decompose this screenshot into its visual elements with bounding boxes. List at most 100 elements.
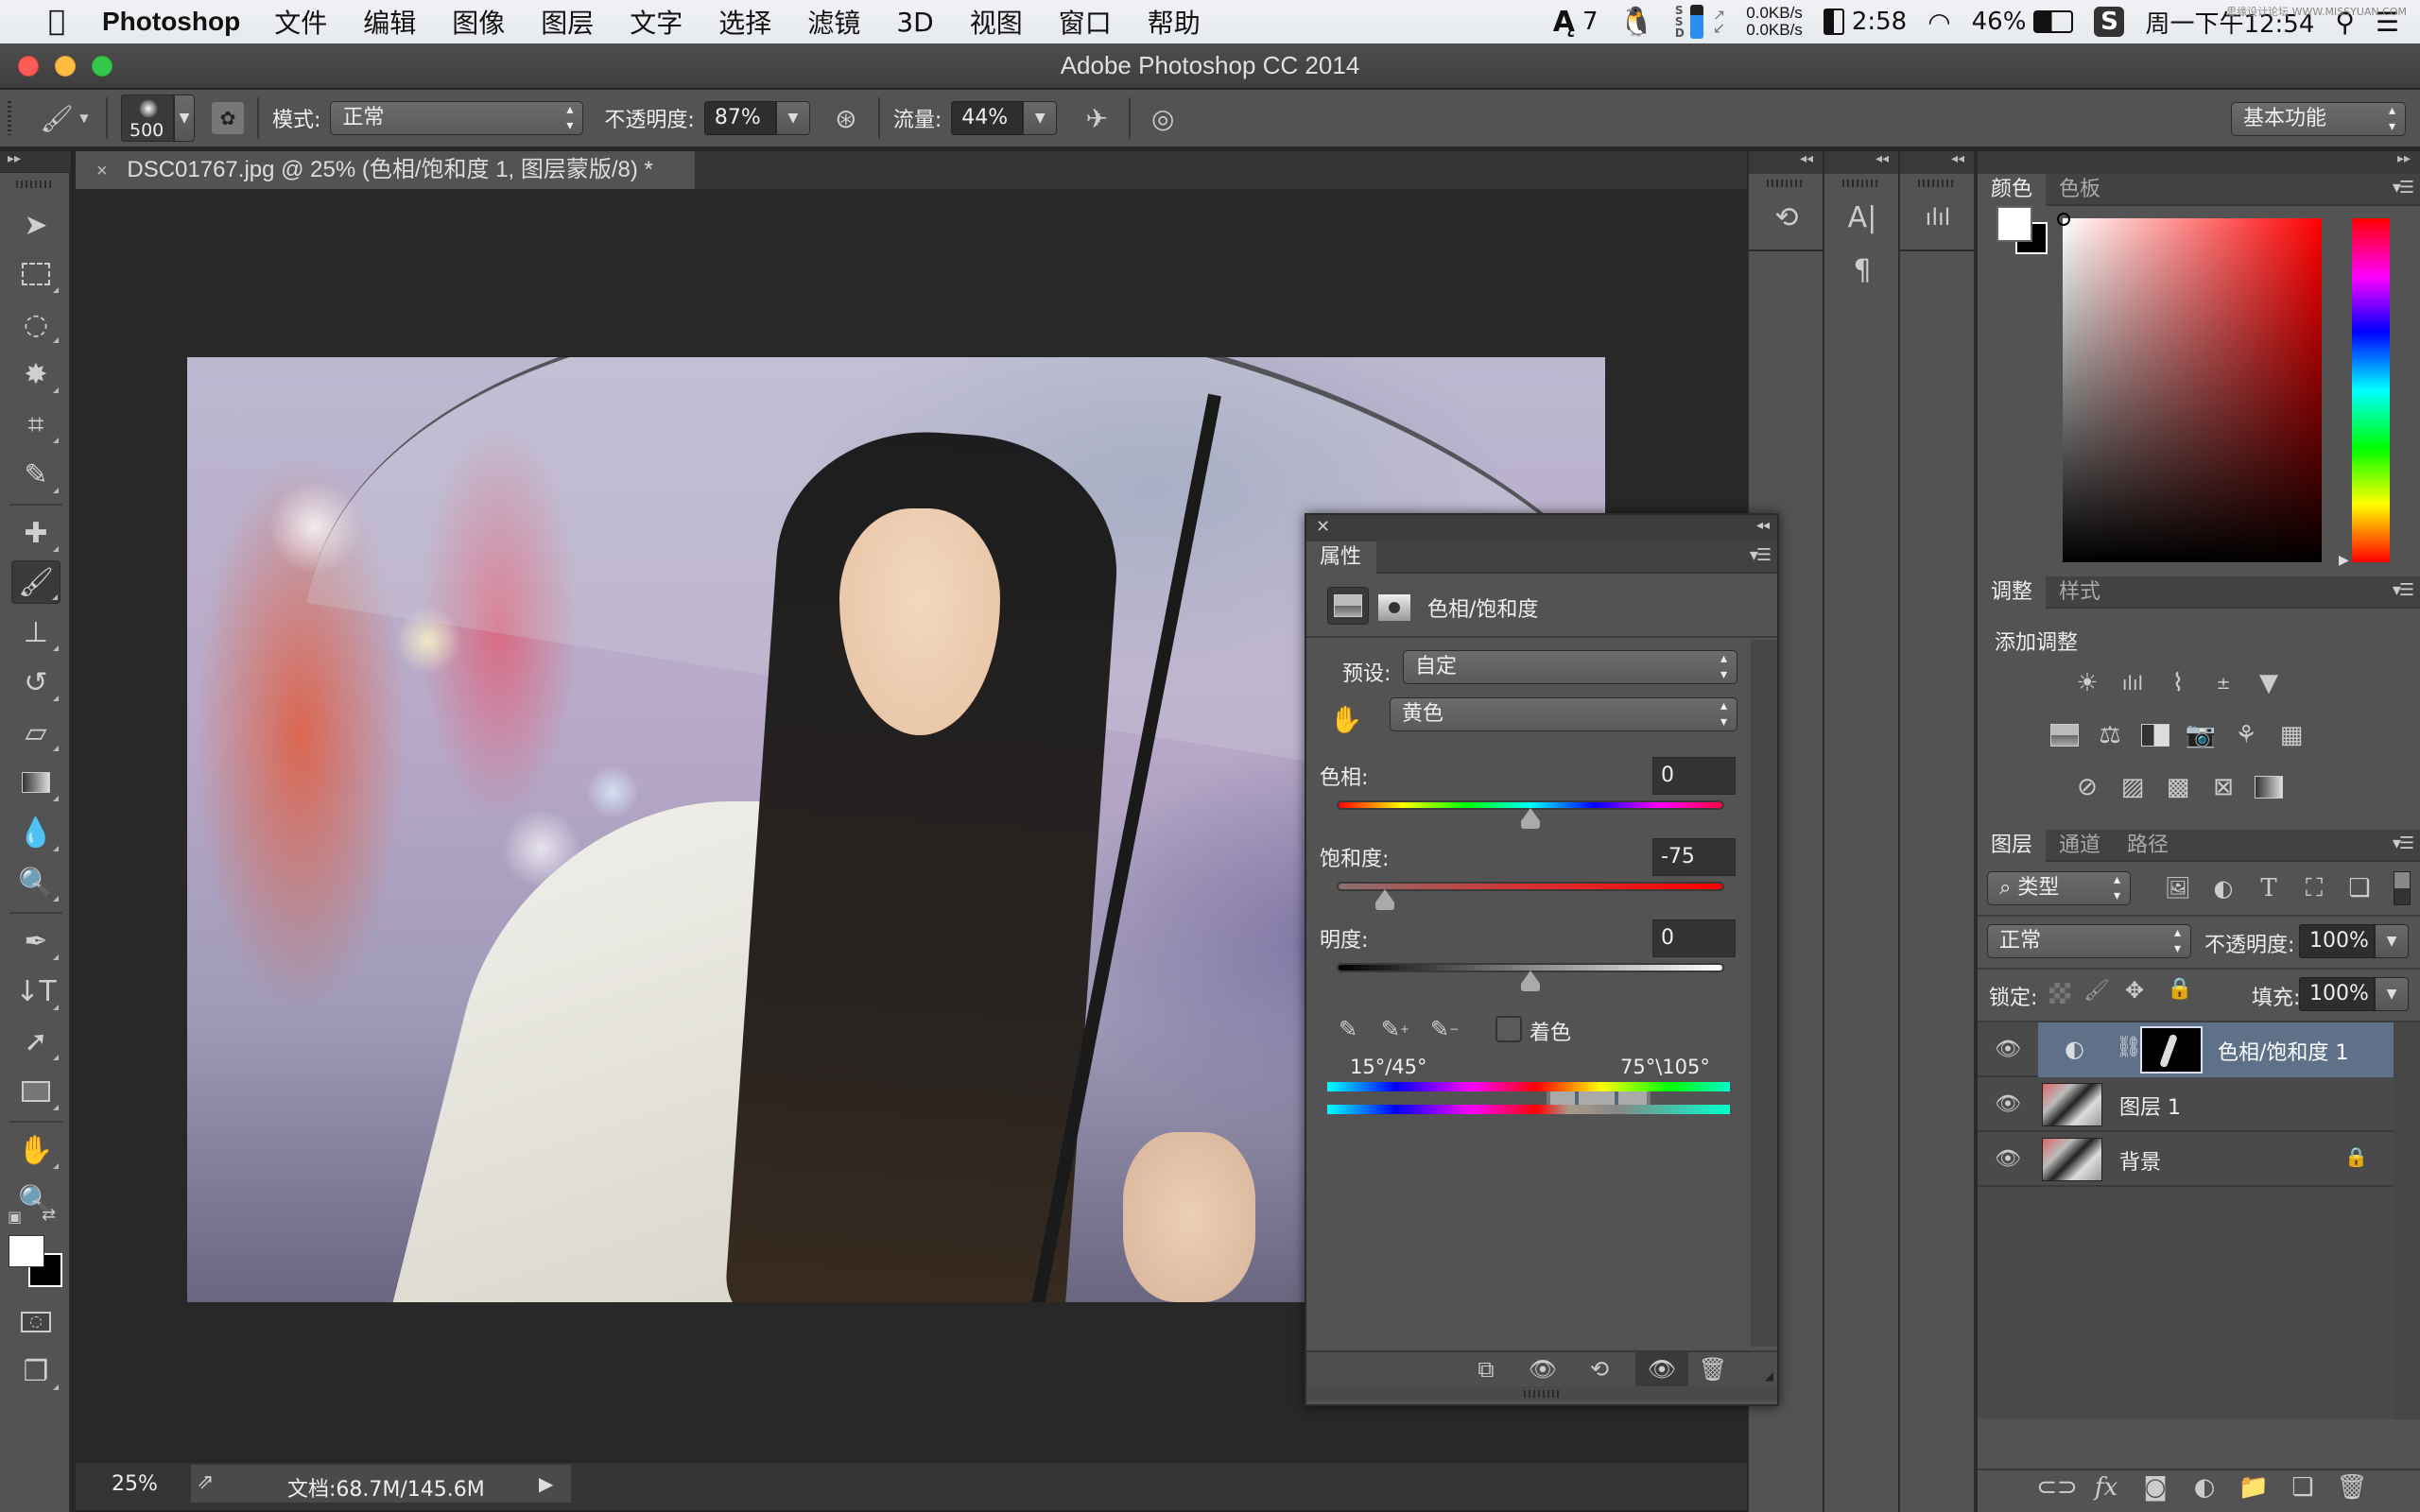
menu-edit[interactable]: 编辑	[363, 3, 416, 41]
tab-paths[interactable]: 路径	[2114, 830, 2182, 862]
rectangle-tool-icon[interactable]	[11, 1070, 60, 1113]
tab-adjustments[interactable]: 调整	[1978, 576, 2047, 609]
hand-tool-icon[interactable]: ✋	[11, 1128, 60, 1172]
colorize-checkbox[interactable]	[1495, 1016, 1522, 1042]
mode-select[interactable]: 正常 ▴ ▾	[330, 101, 584, 135]
magic-wand-tool-icon[interactable]: ✸	[11, 352, 60, 396]
default-colors-icon[interactable]: ▣	[8, 1208, 22, 1226]
toolbar-collapse-button[interactable]: ▸▸	[0, 151, 71, 172]
subtract-from-sample-eyedropper-icon[interactable]: ✎ −	[1426, 1010, 1463, 1048]
eraser-tool-icon[interactable]: ▱	[11, 711, 60, 754]
ssd-status[interactable]: SSD ↗ ↙	[1675, 5, 1725, 39]
column-grip[interactable]	[1918, 180, 1956, 187]
layer-visibility-eye-icon[interactable]: 👁	[1995, 1038, 2021, 1061]
menu-app-name[interactable]: Photoshop	[102, 7, 240, 37]
pen-tool-icon[interactable]: ✒	[11, 919, 60, 963]
layer-name[interactable]: 背景	[2119, 1145, 2161, 1176]
menu-select[interactable]: 选择	[718, 3, 771, 41]
flow-slider-dropdown-icon[interactable]: ▼	[1023, 101, 1058, 135]
new-adjustment-layer-icon[interactable]: ◐	[2187, 1472, 2221, 1503]
levels-icon[interactable]: ılıl	[2116, 668, 2150, 698]
column-grip[interactable]	[1767, 180, 1805, 187]
layer-opacity-input[interactable]: 100%	[2299, 924, 2375, 958]
history-brush-tool-icon[interactable]: ↺	[11, 661, 60, 704]
tab-layers[interactable]: 图层	[1978, 830, 2047, 862]
qq-icon[interactable]: 🐧	[1619, 6, 1654, 39]
black-white-icon[interactable]	[2138, 720, 2172, 750]
new-layer-icon[interactable]: ❏	[2286, 1472, 2320, 1503]
dodge-tool-icon[interactable]: 🔍	[11, 861, 60, 904]
filter-pixel-layers-icon[interactable]: 🖼	[2161, 873, 2195, 903]
brush-preset-dropdown-icon[interactable]: ▼	[174, 94, 195, 142]
tools-grip[interactable]	[15, 180, 54, 188]
targeted-adjustment-hand-icon[interactable]: ✋	[1327, 700, 1365, 738]
options-bar-grip[interactable]	[8, 101, 11, 135]
eyedropper-tool-icon[interactable]: ✎	[11, 453, 60, 496]
tab-styles[interactable]: 样式	[2046, 576, 2114, 609]
brush-preset-picker[interactable]: 500 ▼	[121, 94, 195, 142]
network-speed[interactable]: 0.0KB/s 0.0KB/s	[1746, 5, 1803, 39]
preset-select[interactable]: 自定 ▴ ▾	[1403, 650, 1737, 684]
lasso-tool-icon[interactable]: ◌	[11, 302, 60, 346]
crop-tool-icon[interactable]: ⌗	[11, 403, 60, 446]
filter-toggle-switch[interactable]	[2394, 871, 2411, 905]
lightness-slider-thumb[interactable]	[1521, 971, 1540, 991]
layer-row-hue-saturation[interactable]: 👁 ◐ ⛓ 色相/饱和度 1	[1978, 1022, 2394, 1077]
lock-image-pixels-icon[interactable]: 🖌	[2083, 979, 2110, 1003]
hue-spectrum-slider-icon[interactable]: ▶	[2339, 553, 2349, 568]
hue-saturation-icon[interactable]	[2048, 720, 2082, 750]
selective-color-icon[interactable]: ⊠	[2206, 772, 2240, 802]
threshold-icon[interactable]: ▩	[2161, 772, 2195, 802]
hue-input[interactable]: 0	[1652, 757, 1736, 795]
collapse-column-button[interactable]: ◂◂	[1749, 151, 1823, 174]
panel-menu-icon[interactable]: ▾☰	[2393, 178, 2414, 198]
paragraph-panel-icon[interactable]: ¶	[1843, 251, 1881, 289]
move-tool-icon[interactable]: ➤	[11, 203, 60, 247]
sogou-input-icon[interactable]: S	[2094, 7, 2125, 37]
wifi-icon[interactable]: ◠	[1927, 7, 1950, 38]
hue-saturation-adjustment-icon[interactable]	[1327, 587, 1369, 625]
vibrance-icon[interactable]: ▼	[2252, 668, 2286, 698]
filter-type-layers-icon[interactable]: T	[2252, 873, 2286, 903]
range-handle-left[interactable]	[1575, 1091, 1579, 1105]
layer-name[interactable]: 色相/饱和度 1	[2218, 1036, 2348, 1066]
layer-visibility-eye-icon[interactable]: 👁	[1995, 1092, 2021, 1116]
close-panel-icon[interactable]: ✕	[1316, 517, 1330, 537]
add-layer-mask-icon[interactable]: ◙	[2138, 1472, 2172, 1503]
blur-tool-icon[interactable]: 💧	[11, 811, 60, 854]
menu-view[interactable]: 视图	[970, 3, 1023, 41]
saturation-input[interactable]: -75	[1652, 838, 1736, 876]
toggle-visibility-icon[interactable]: 👁	[1635, 1350, 1688, 1388]
range-handle-right[interactable]	[1615, 1091, 1618, 1105]
clone-stamp-tool-icon[interactable]: ⊥	[11, 610, 60, 654]
flow-input[interactable]: 44%	[951, 101, 1024, 135]
column-grip[interactable]	[1842, 180, 1880, 187]
status-menu-arrow-icon[interactable]: ▶	[539, 1472, 553, 1495]
layer-row-background[interactable]: 👁 背景 🔒	[1978, 1132, 2394, 1187]
share-icon[interactable]: ⇗	[197, 1470, 214, 1494]
filter-shape-layers-icon[interactable]: ⛶	[2297, 873, 2331, 903]
layers-scrollbar[interactable]	[2394, 1022, 2420, 1419]
menu-file[interactable]: 文件	[274, 3, 327, 41]
hue-slider-thumb[interactable]	[1521, 808, 1540, 829]
zoom-level[interactable]: 25%	[112, 1472, 158, 1496]
delete-layer-icon[interactable]: 🗑	[2335, 1472, 2369, 1503]
layer-name[interactable]: 图层 1	[2119, 1091, 2181, 1121]
history-panel-icon[interactable]: ⟲	[1768, 198, 1806, 236]
character-panel-icon[interactable]: A|	[1843, 198, 1881, 236]
color-lookup-icon[interactable]: ▦	[2274, 720, 2308, 750]
clip-to-layer-icon[interactable]: ⧉	[1467, 1350, 1505, 1388]
collapse-column-button[interactable]: ◂◂	[1824, 151, 1898, 174]
brush-panel-toggle-icon[interactable]: ✿	[212, 102, 244, 134]
menu-help[interactable]: 帮助	[1148, 3, 1201, 41]
collapse-panel-icon[interactable]: ◂◂	[1756, 518, 1770, 533]
foreground-color-swatch[interactable]	[9, 1235, 44, 1267]
posterize-icon[interactable]: ▨	[2116, 772, 2150, 802]
gradient-map-icon[interactable]	[2252, 772, 2286, 802]
opacity-slider-dropdown-icon[interactable]: ▼	[775, 101, 810, 135]
healing-brush-tool-icon[interactable]: ✚	[11, 511, 60, 555]
panel-menu-icon[interactable]: ▾☰	[2393, 580, 2414, 600]
channel-select[interactable]: 黄色 ▴ ▾	[1390, 697, 1737, 731]
mask-link-icon[interactable]: ⛓	[2116, 1036, 2142, 1059]
saturation-slider-thumb[interactable]	[1375, 889, 1395, 910]
